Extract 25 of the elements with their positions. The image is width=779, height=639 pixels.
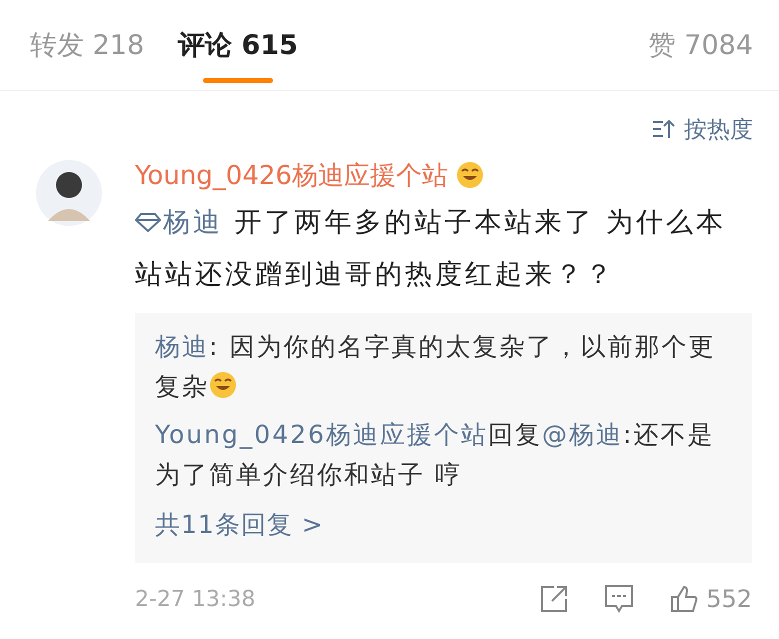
tab[interactable]: 评论 615 [178,23,298,67]
sort-icon [652,118,676,140]
user-link[interactable]: @杨迪 [542,420,623,449]
user-link[interactable]: Young_0426杨迪应援个站 [155,420,488,449]
like-button[interactable]: 552 [670,585,752,613]
share-icon [540,585,568,613]
timestamp: 2-27 13:38 [135,586,256,612]
comment-icon [604,584,634,614]
more-replies-link[interactable]: 共11条回复 > [155,503,730,547]
diamond-icon [135,212,161,232]
user-link[interactable]: 杨迪 [155,332,209,361]
laughing-emoji-icon [209,371,237,399]
share-button[interactable] [540,585,568,613]
reply-text: 杨迪: 因为你的名字真的太复杂了，以前那个更复杂 [155,331,716,403]
comment-button[interactable] [604,584,634,614]
tab-indicator [203,78,273,83]
sort-button[interactable]: 按热度 [652,107,753,151]
comment-text: 杨迪 开了两年多的站子本站来了 为什么本站站还没蹭到迪哥的热度红起来？？ [135,206,728,292]
mention-link[interactable]: 杨迪 [163,207,223,238]
emoji-icon [456,161,484,189]
thumbs-up-icon [670,585,698,613]
tab[interactable]: 转发 218 [30,23,144,67]
username[interactable]: Young_0426杨迪应援个站 [135,158,448,192]
reply-text: Young_0426杨迪应援个站回复@杨迪:还不是为了简单介绍你和站子 哼 [155,419,716,491]
tab[interactable]: 赞 7084 [648,23,753,67]
